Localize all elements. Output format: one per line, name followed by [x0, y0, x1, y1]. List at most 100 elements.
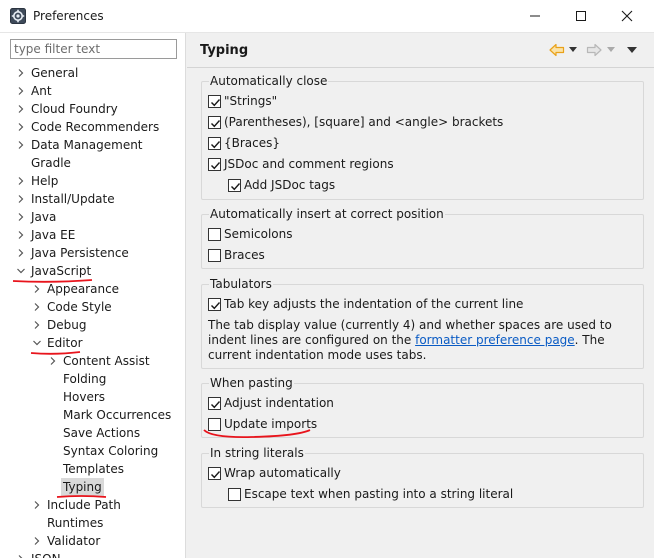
tree-item-typing[interactable]: Typing [0, 478, 185, 496]
filter-input[interactable] [10, 39, 177, 59]
tree-label: Syntax Coloring [63, 444, 159, 458]
header-separator [187, 67, 654, 68]
forward-dropdown-icon [607, 47, 615, 52]
tree-item-cloud-foundry[interactable]: Cloud Foundry [0, 100, 185, 118]
tree-item-include-path[interactable]: Include Path [0, 496, 185, 514]
checkbox-label: (Parentheses), [square] and <angle> brac… [224, 115, 504, 129]
tree-item-validator[interactable]: Validator [0, 532, 185, 550]
checkbox-label: Add JSDoc tags [244, 178, 336, 192]
close-button[interactable] [604, 0, 650, 32]
chevron-right-icon[interactable] [17, 105, 25, 113]
tree-item-mark-occurrences[interactable]: Mark Occurrences [0, 406, 185, 424]
tree-label: Debug [47, 318, 87, 332]
tree-item-hovers[interactable]: Hovers [0, 388, 185, 406]
tree-label: Include Path [47, 498, 121, 512]
checkbox-box[interactable] [228, 488, 241, 501]
chevron-down-icon[interactable] [33, 339, 41, 347]
checkbox-label: Wrap automatically [224, 466, 341, 480]
group-automatically-close: Automatically close "Strings" (Parenthes… [201, 73, 644, 200]
checkmark-icon [211, 471, 221, 479]
view-menu-icon[interactable] [627, 47, 637, 54]
tree-label: Templates [63, 462, 125, 476]
tree-item-code-recommenders[interactable]: Code Recommenders [0, 118, 185, 136]
chevron-right-icon[interactable] [17, 231, 25, 239]
tree-label: JavaScript [31, 264, 92, 278]
checkbox-box[interactable] [208, 228, 221, 241]
tree-item-help[interactable]: Help [0, 172, 185, 190]
tabulators-description: The tab display value (currently 4) and … [208, 318, 612, 362]
tree-item-data-management[interactable]: Data Management [0, 136, 185, 154]
checkbox-box[interactable] [208, 116, 221, 129]
tree-item-content-assist[interactable]: Content Assist [0, 352, 185, 370]
tree-item-syntax-coloring[interactable]: Syntax Coloring [0, 442, 185, 460]
title-bar: Preferences [0, 0, 654, 33]
chevron-right-icon[interactable] [33, 537, 41, 545]
formatter-preference-link[interactable]: formatter preference page [415, 333, 575, 347]
maximize-icon [576, 11, 586, 21]
chevron-right-icon[interactable] [17, 177, 25, 185]
checkbox-box[interactable] [208, 467, 221, 480]
checkbox-box[interactable] [208, 418, 221, 431]
chevron-right-icon[interactable] [17, 195, 25, 203]
checkbox-label: Update imports [224, 417, 318, 431]
tree-label: Install/Update [31, 192, 115, 206]
tree-item-gradle[interactable]: Gradle [0, 154, 185, 172]
checkbox-box[interactable] [208, 137, 221, 150]
chevron-right-icon[interactable] [17, 249, 25, 257]
chevron-down-icon[interactable] [17, 267, 25, 275]
tree-label: Mark Occurrences [63, 408, 172, 422]
tree-label: General [31, 66, 79, 80]
tree-item-ant[interactable]: Ant [0, 82, 185, 100]
tree-label: Java EE [31, 228, 76, 242]
tree-item-general[interactable]: General [0, 64, 185, 82]
maximize-button[interactable] [558, 0, 604, 32]
checkbox-box[interactable] [208, 249, 221, 262]
tree-item-java-persistence[interactable]: Java Persistence [0, 244, 185, 262]
back-arrow-icon[interactable] [549, 43, 565, 57]
tree-label-selected: Typing [61, 478, 104, 496]
tree-item-runtimes[interactable]: Runtimes [0, 514, 185, 532]
tree-item-debug[interactable]: Debug [0, 316, 185, 334]
back-dropdown-icon[interactable] [569, 47, 577, 53]
chevron-right-icon[interactable] [33, 321, 41, 329]
checkbox-box[interactable] [208, 397, 221, 410]
chevron-right-icon[interactable] [33, 285, 41, 293]
chevron-right-icon[interactable] [17, 141, 25, 149]
chevron-right-icon[interactable] [17, 87, 25, 95]
checkbox-box[interactable] [208, 95, 221, 108]
tree-item-code-style[interactable]: Code Style [0, 298, 185, 316]
tree-item-templates[interactable]: Templates [0, 460, 185, 478]
checkbox-box[interactable] [228, 179, 241, 192]
chevron-right-icon[interactable] [17, 69, 25, 77]
group-tabulators: Tabulators Tab key adjusts the indentati… [201, 276, 644, 369]
tree-item-folding[interactable]: Folding [0, 370, 185, 388]
close-icon [621, 10, 633, 22]
checkmark-icon [231, 183, 241, 191]
tree-item-appearance[interactable]: Appearance [0, 280, 185, 298]
group-string-literals: In string literals Wrap automatically Es… [201, 445, 644, 508]
preferences-tree-pane: General Ant Cloud Foundry Code Recommend… [0, 33, 186, 558]
tree-label: JSON [29, 550, 63, 558]
tree-item-editor[interactable]: Editor [0, 334, 185, 352]
checkmark-icon [211, 162, 221, 170]
tree-item-install-update[interactable]: Install/Update [0, 190, 185, 208]
tree-item-save-actions[interactable]: Save Actions [0, 424, 185, 442]
checkbox-box[interactable] [208, 158, 221, 171]
chevron-right-icon[interactable] [33, 303, 41, 311]
preferences-gear-icon [10, 8, 26, 24]
minimize-button[interactable] [512, 0, 558, 32]
checkbox-label: Braces [224, 248, 265, 262]
tree-label: Code Style [47, 300, 112, 314]
chevron-right-icon[interactable] [49, 357, 57, 365]
checkmark-icon [211, 141, 221, 149]
chevron-right-icon[interactable] [17, 213, 25, 221]
chevron-right-icon[interactable] [33, 501, 41, 509]
tree-item-javascript[interactable]: JavaScript [0, 262, 185, 280]
tree-item-java[interactable]: Java [0, 208, 185, 226]
forward-arrow-icon [586, 43, 602, 57]
typing-preference-page: Typing Automatically close "Strings" (Pa… [187, 33, 654, 558]
tree-item-json[interactable]: JSON [0, 550, 185, 558]
chevron-right-icon[interactable] [17, 123, 25, 131]
checkbox-box[interactable] [208, 298, 221, 311]
tree-item-java-ee[interactable]: Java EE [0, 226, 185, 244]
